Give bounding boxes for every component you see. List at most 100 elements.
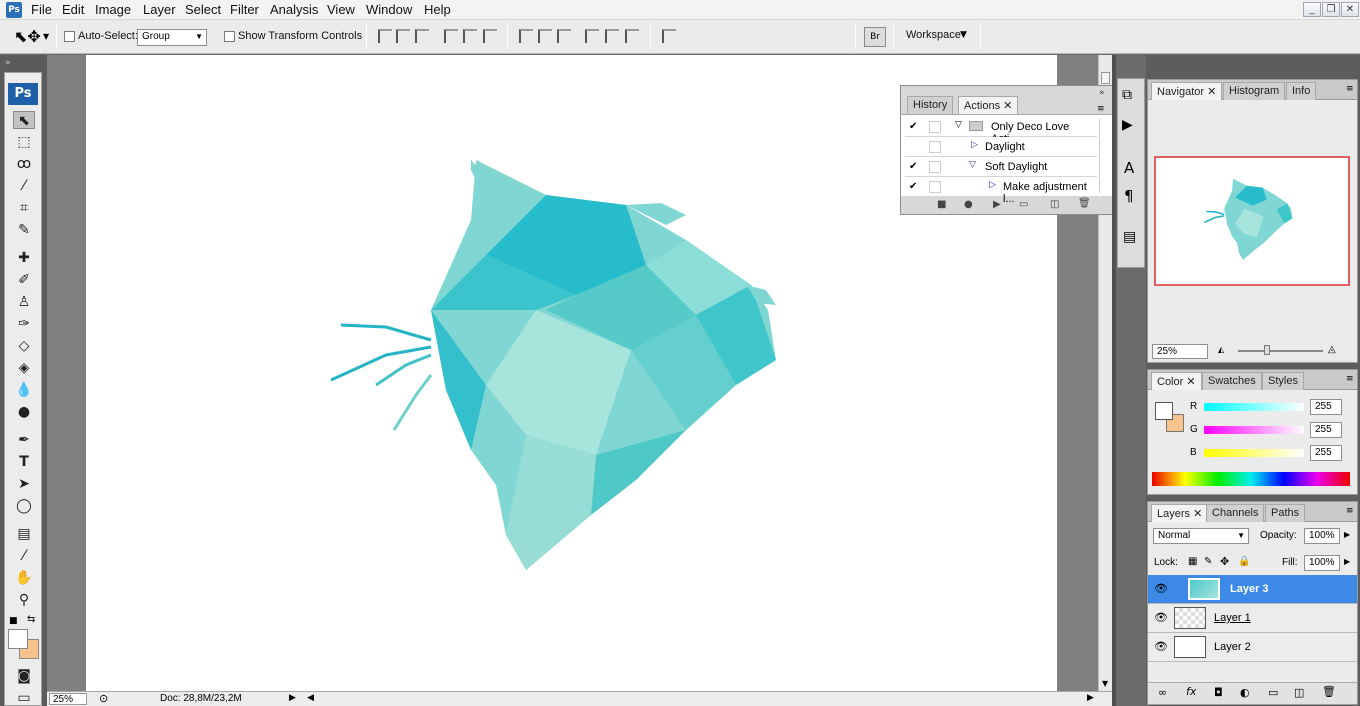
eraser-tool-icon[interactable]: ◇ [13,337,35,355]
paint-bucket-icon[interactable]: ◈ [13,359,35,377]
character-panel-icon[interactable]: A [1124,159,1134,177]
swap-colors-icon[interactable]: ⇆ [27,614,35,625]
move-tool-icon[interactable]: ⬉ [13,111,35,129]
foreground-color-chip[interactable] [1155,402,1173,420]
foreground-color-swatch[interactable] [8,629,28,649]
r-value-field[interactable]: 255 [1310,399,1342,415]
zoom-field[interactable]: 25% [49,693,87,705]
zoom-slider[interactable] [1238,350,1323,352]
new-group-icon[interactable]: ▭ [1268,686,1278,699]
menu-window[interactable]: Window [366,2,412,17]
align-right-icon[interactable] [483,29,497,43]
opacity-field[interactable]: 100% [1304,528,1340,544]
align-bottom-icon[interactable] [415,29,429,43]
panel-menu-icon[interactable]: ≡ [1346,506,1354,516]
dodge-tool-icon[interactable]: ● [13,403,35,421]
chevron-down-icon[interactable]: ▼ [43,32,49,41]
b-channel-slider[interactable] [1204,449,1304,457]
chevron-down-icon[interactable]: ▽ [969,160,976,170]
record-icon[interactable]: ● [964,199,973,210]
crop-tool-icon[interactable]: ⌗ [13,199,35,217]
eye-icon[interactable]: 👁 [1154,612,1168,624]
menu-select[interactable]: Select [185,2,221,17]
tab-styles[interactable]: Styles [1262,372,1304,390]
menu-help[interactable]: Help [424,2,451,17]
play-icon[interactable]: ▶ [993,199,1001,210]
bridge-icon[interactable]: Br [864,27,886,47]
lock-all-icon[interactable]: 🔒 [1238,556,1250,567]
zoom-slider-thumb[interactable] [1264,345,1270,355]
zoom-out-icon[interactable]: ◭ [1218,345,1224,354]
move-tool-preset-icon[interactable]: ⬉✥ [14,27,41,46]
tool-presets-icon[interactable]: ▤ [1123,229,1136,245]
dialog-toggle[interactable] [929,161,941,173]
tab-histogram[interactable]: Histogram [1223,82,1286,100]
adjustment-layer-icon[interactable]: ◐ [1240,686,1250,699]
menu-view[interactable]: View [327,2,355,17]
action-step-row[interactable]: ✔ ▷ Make adjustment l... [905,177,1097,205]
workspace-button[interactable]: Workspace [906,29,961,41]
menu-filter[interactable]: Filter [230,2,259,17]
restore-icon[interactable]: ❐ [1322,2,1340,17]
lock-pixels-icon[interactable]: ✎ [1204,556,1212,567]
scroll-thumb[interactable] [1101,72,1110,84]
panel-menu-icon[interactable]: ≡ [1346,84,1354,94]
blend-mode-dropdown[interactable]: Normal ▼ [1153,528,1249,544]
check-icon[interactable] [909,141,921,153]
eye-icon[interactable]: 👁 [1154,583,1168,595]
marquee-tool-icon[interactable]: ⬚ [13,133,35,151]
tab-paths[interactable]: Paths [1265,504,1306,522]
photoshop-app-icon[interactable]: Ps [6,2,22,18]
tab-color[interactable]: Color ✕ [1151,372,1202,390]
link-layers-icon[interactable]: ∞ [1158,686,1167,699]
slice-tool-icon[interactable]: ✎ [13,221,35,239]
close-icon[interactable]: ✕ [1003,100,1012,112]
screen-mode-icon[interactable]: ▭ [13,689,35,706]
expand-icon[interactable]: » [5,58,11,68]
navigator-zoom-field[interactable]: 25% [1152,344,1208,359]
scroll-right-icon[interactable]: ▶ [1087,692,1094,703]
panel-menu-icon[interactable]: ≡ [1346,374,1354,384]
blur-tool-icon[interactable]: 💧 [13,381,35,399]
default-colors-icon[interactable]: ■ [9,616,18,626]
paragraph-panel-icon[interactable]: ¶ [1124,187,1134,205]
align-vcenter-icon[interactable] [396,29,410,43]
scroll-down-icon[interactable]: ▼ [1102,679,1108,688]
check-icon[interactable]: ✔ [909,181,921,193]
tab-history[interactable]: History [907,96,954,114]
add-mask-icon[interactable]: ◘ [1214,686,1223,699]
chevron-down-icon[interactable]: ▽ [955,120,962,130]
zoom-in-icon[interactable]: ◬ [1328,344,1336,355]
distribute-bottom-icon[interactable] [557,29,571,43]
notes-tool-icon[interactable]: ▤ [13,525,35,543]
dialog-toggle[interactable] [929,181,941,193]
healing-brush-icon[interactable]: ✚ [13,249,35,267]
menu-edit[interactable]: Edit [62,2,84,17]
trash-icon[interactable]: 🗑 [1078,198,1091,209]
menu-analysis[interactable]: Analysis [270,2,318,17]
pen-tool-icon[interactable]: ✒ [13,431,35,449]
b-value-field[interactable]: 255 [1310,445,1342,461]
actions-scrollbar[interactable] [1099,119,1109,193]
clone-stamp-icon[interactable]: ♙ [13,293,35,311]
distribute-top-icon[interactable] [519,29,533,43]
chevron-right-icon[interactable]: ▷ [971,140,978,150]
color-spectrum-ramp[interactable] [1152,472,1350,486]
check-icon[interactable]: ✔ [909,121,921,133]
new-action-icon[interactable]: ◫ [1050,199,1059,210]
hand-tool-icon[interactable]: ✋ [13,569,35,587]
fill-field[interactable]: 100% [1304,555,1340,571]
lock-position-icon[interactable]: ✥ [1220,555,1229,568]
tab-info[interactable]: Info [1286,82,1317,100]
align-hcenter-icon[interactable] [463,29,477,43]
dialog-toggle[interactable] [929,121,941,133]
close-icon[interactable]: ✕ [1186,376,1195,388]
lock-transparency-icon[interactable]: ▦ [1188,556,1197,567]
show-transform-checkbox[interactable] [224,31,235,42]
type-tool-icon[interactable]: T [13,453,35,471]
dock-divider[interactable] [1112,55,1116,706]
minimize-icon[interactable]: _ [1303,2,1321,17]
layer-row-layer-3[interactable]: 👁 Layer 3 [1148,575,1357,604]
history-panel-icon[interactable]: ⧉ [1122,87,1132,103]
layer-row-layer-1[interactable]: 👁 Layer 1 [1148,604,1357,633]
